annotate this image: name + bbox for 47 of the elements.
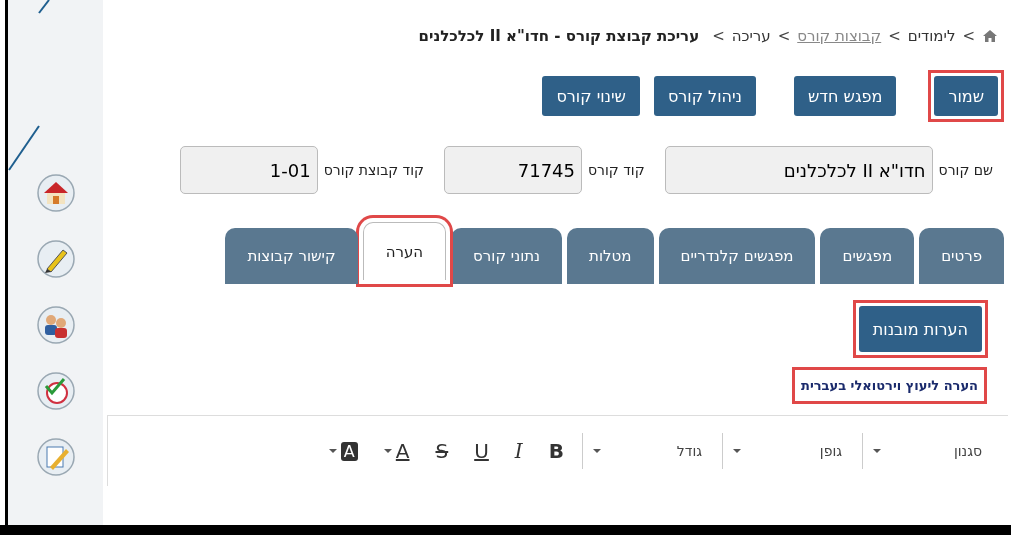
- caret-icon: [593, 449, 601, 453]
- breadcrumb-item[interactable]: עריכה: [731, 27, 771, 45]
- input-field[interactable]: חדו"א II לכלכלנים: [664, 146, 933, 194]
- tab[interactable]: פרטים: [919, 228, 1004, 284]
- breadcrumb-item[interactable]: לימודים: [907, 27, 956, 45]
- caret-icon: [733, 449, 741, 453]
- format-button[interactable]: S: [427, 439, 457, 463]
- action-button[interactable]: מפגש חדש: [794, 76, 897, 116]
- input-field[interactable]: 71745: [444, 146, 582, 194]
- tab[interactable]: קישור קבוצות: [225, 228, 358, 284]
- decorative-line: [8, 125, 40, 171]
- action-button[interactable]: שינוי קורס: [542, 76, 640, 116]
- format-button[interactable]: B: [540, 439, 572, 463]
- action-button[interactable]: ניהול קורס: [653, 76, 756, 116]
- action-button[interactable]: שמור: [934, 76, 998, 116]
- toolbar-dropdown[interactable]: גודל: [582, 433, 712, 469]
- tab[interactable]: מפגשים קלנדריים: [658, 228, 816, 284]
- caret-icon: [873, 449, 881, 453]
- field-label: קוד קורס: [588, 162, 645, 178]
- decorative-line: [38, 0, 50, 14]
- caret-icon: [328, 449, 337, 453]
- breadcrumb-separator: >: [888, 27, 901, 45]
- home-icon[interactable]: [982, 29, 998, 43]
- toolbar-dropdown[interactable]: גופן: [722, 433, 852, 469]
- tab[interactable]: נתוני קורס: [451, 228, 563, 284]
- format-button[interactable]: U: [466, 439, 497, 463]
- breadcrumb-link[interactable]: קבוצות קורס: [797, 27, 882, 45]
- people-icon[interactable]: [35, 305, 76, 345]
- house-icon[interactable]: [35, 173, 76, 213]
- field-label: שם קורס: [938, 162, 993, 178]
- page-title: עריכת קבוצת קורס - חדו"א II לכלכלנים: [418, 27, 700, 45]
- format-button[interactable]: I: [506, 439, 531, 463]
- toolbar-dropdown[interactable]: סגנון: [862, 433, 992, 469]
- pencil-icon[interactable]: [35, 239, 76, 279]
- field-label: קוד קבוצת קורס: [323, 162, 424, 178]
- breadcrumb-separator: >: [712, 27, 725, 45]
- note-label: הערה ליעוץ וירטואלי בעברית: [795, 370, 984, 401]
- input-field[interactable]: 1-01: [179, 146, 318, 194]
- caret-icon: [383, 449, 392, 453]
- breadcrumb-separator: >: [962, 27, 975, 45]
- tab[interactable]: מטלות: [567, 228, 654, 284]
- check-icon[interactable]: [35, 371, 76, 411]
- breadcrumb-separator: >: [777, 27, 791, 45]
- color-button[interactable]: A: [375, 439, 418, 463]
- tab[interactable]: מפגשים: [820, 228, 915, 284]
- structured-notes-button[interactable]: הערות מובנות: [858, 306, 982, 352]
- color-button[interactable]: A: [320, 441, 366, 461]
